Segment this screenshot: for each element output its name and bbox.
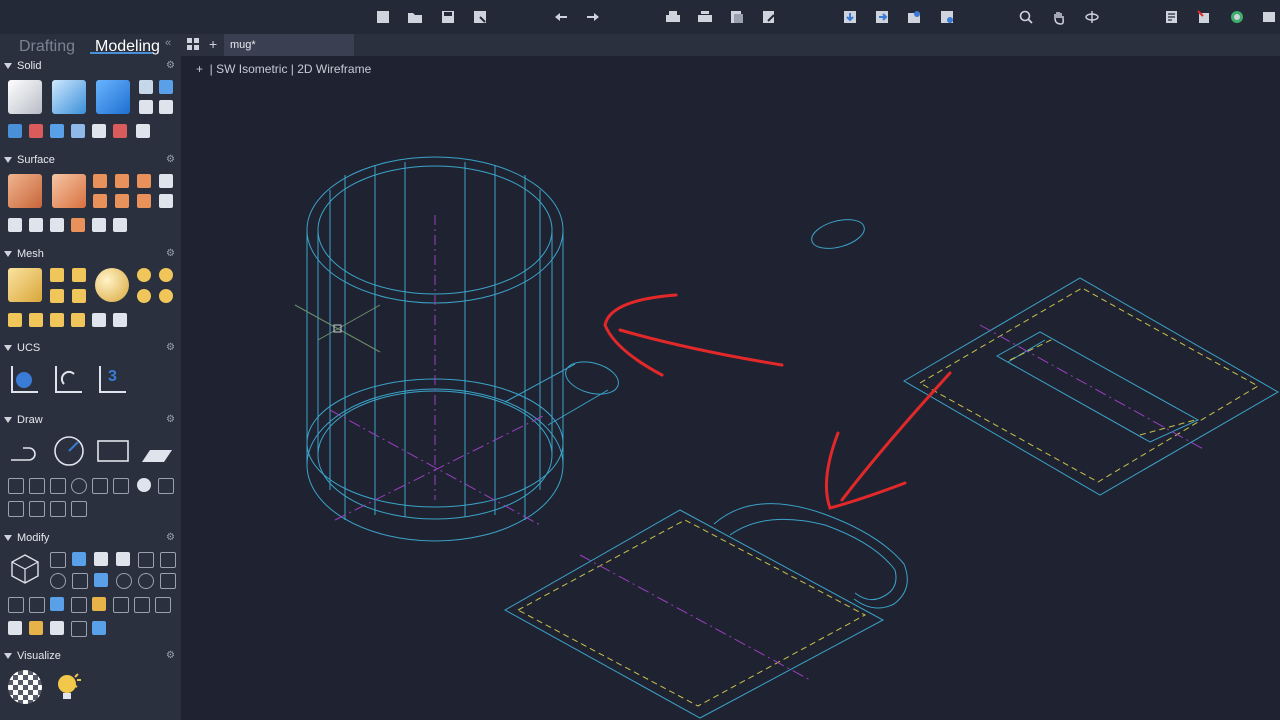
small-ellipse[interactable] bbox=[809, 214, 868, 253]
crosshair-cursor bbox=[294, 304, 381, 353]
bottom-flat-pattern[interactable] bbox=[503, 503, 908, 719]
bottom-flat-hidden-outline bbox=[516, 519, 867, 707]
bottom-flat-centerline bbox=[579, 554, 811, 681]
red-annotation-arrows bbox=[603, 293, 952, 510]
right-flat-hidden-outline bbox=[918, 287, 1259, 483]
drawing-canvas[interactable] bbox=[0, 0, 1280, 720]
arrow-shaft-1 bbox=[618, 328, 784, 367]
mug-base-centerlines bbox=[329, 409, 546, 526]
arrow-shaft-2 bbox=[840, 371, 952, 502]
right-flat-centerline bbox=[979, 324, 1206, 451]
right-flat-hidden-inner bbox=[1009, 337, 1196, 436]
